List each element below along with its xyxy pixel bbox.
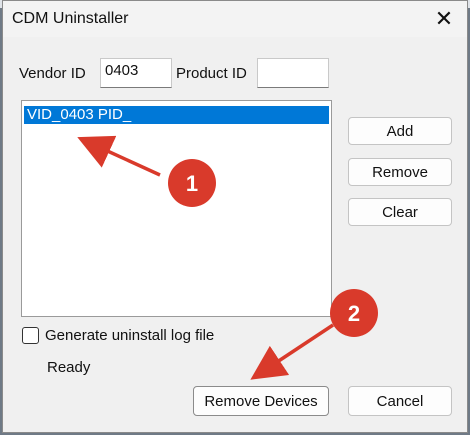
product-id-label: Product ID bbox=[176, 65, 247, 82]
product-id-field[interactable] bbox=[257, 58, 329, 88]
vendor-id-field[interactable]: 0403 bbox=[100, 58, 172, 88]
cancel-button[interactable]: Cancel bbox=[348, 386, 452, 416]
clear-button[interactable]: Clear bbox=[348, 198, 452, 226]
remove-button[interactable]: Remove bbox=[348, 158, 452, 186]
status-text: Ready bbox=[47, 359, 91, 376]
log-checkbox[interactable] bbox=[22, 327, 39, 344]
vendor-id-label: Vendor ID bbox=[19, 65, 86, 82]
close-icon: ✕ bbox=[434, 6, 454, 31]
close-button[interactable]: ✕ bbox=[421, 1, 467, 37]
window-title: CDM Uninstaller bbox=[12, 10, 129, 27]
cdm-uninstaller-dialog: CDM Uninstaller ✕ Vendor ID 0403 Product… bbox=[2, 0, 468, 433]
remove-devices-button[interactable]: Remove Devices bbox=[193, 386, 329, 416]
log-checkbox-label: Generate uninstall log file bbox=[45, 327, 215, 344]
list-item[interactable]: VID_0403 PID_ bbox=[24, 106, 329, 124]
add-button[interactable]: Add bbox=[348, 117, 452, 145]
screenshot: CDM Uninstaller ✕ Vendor ID 0403 Product… bbox=[0, 0, 470, 435]
title-bar[interactable]: CDM Uninstaller ✕ bbox=[3, 1, 467, 37]
device-list[interactable]: VID_0403 PID_ bbox=[21, 100, 332, 317]
